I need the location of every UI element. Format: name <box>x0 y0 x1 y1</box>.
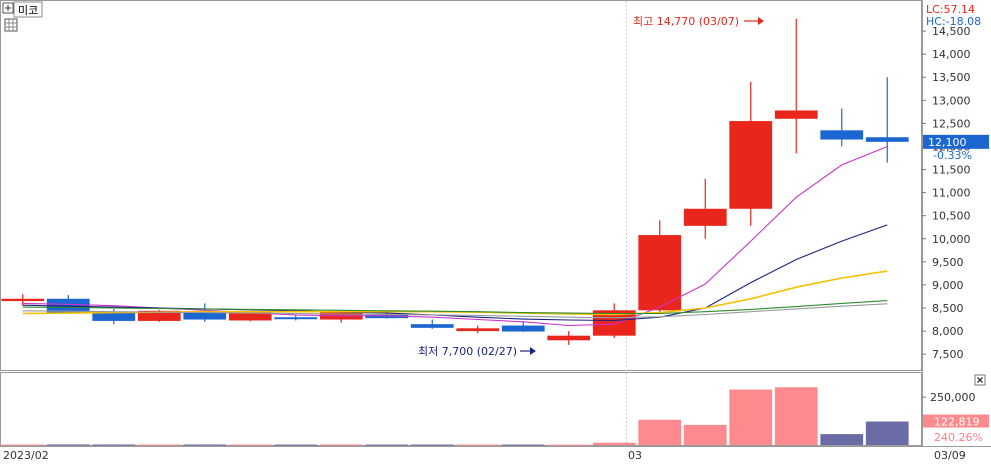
time-axis-end-label: 03/09 <box>934 449 966 462</box>
price-tick-label: 9,500 <box>932 256 964 269</box>
price-change-value: -0.33% <box>933 149 972 162</box>
price-tick-label: 10,000 <box>932 233 971 246</box>
price-tick-label: 8,000 <box>932 325 964 338</box>
candle-body <box>183 312 227 320</box>
close-icon[interactable] <box>974 374 986 386</box>
candle-body <box>865 137 909 142</box>
price-tick-label: 7,500 <box>932 348 964 361</box>
indicator-toggle-button[interactable] <box>2 2 14 14</box>
volume-bar <box>183 444 227 446</box>
price-tick-label: 14,500 <box>932 25 971 38</box>
volume-bar <box>592 442 636 445</box>
candle-body <box>774 110 818 119</box>
volume-bar <box>274 444 318 446</box>
candle-body <box>456 328 500 332</box>
volume-bar <box>319 444 363 446</box>
current-volume-tag: 122,819 240.26% <box>923 414 989 444</box>
volume-bar <box>228 444 272 446</box>
volume-bar <box>501 444 545 446</box>
candle-body <box>729 121 773 209</box>
price-tick-label: 8,500 <box>932 302 964 315</box>
price-tick-label: 11,500 <box>932 164 971 177</box>
volume-bar <box>92 444 136 446</box>
candle-body <box>1 298 45 302</box>
volume-bar <box>638 419 682 445</box>
volume-bar <box>456 444 500 446</box>
volume-bar <box>729 389 773 445</box>
volume-bar <box>137 444 181 446</box>
volume-bar <box>1 444 45 446</box>
candle-body <box>501 325 545 332</box>
chart-root: 미코 LC:57.14 HC:-18.08 7,500 8,000 8,500 9,0… <box>0 0 991 466</box>
candle-body <box>274 317 318 320</box>
candle-body <box>92 312 136 321</box>
grid-settings-icon[interactable] <box>4 18 18 32</box>
volume-bar <box>365 444 409 446</box>
stock-chart[interactable]: 미코 LC:57.14 HC:-18.08 7,5008,0008,5009,0… <box>0 0 991 466</box>
volume-bar <box>683 424 727 445</box>
price-tick-label: 11,000 <box>932 187 971 200</box>
price-tick-label: 10,500 <box>932 210 971 223</box>
stock-name: 미코 <box>18 4 38 17</box>
price-tick-label: 14,000 <box>932 48 971 61</box>
candle-body <box>547 335 591 341</box>
volume-ratio-value: 240.26% <box>934 431 983 444</box>
candle-body <box>683 208 727 226</box>
volume-bar <box>410 444 454 446</box>
candle-body <box>820 130 864 140</box>
volume-bar <box>865 421 909 445</box>
time-axis-month-label: 03 <box>628 449 642 462</box>
price-tick-label: 13,000 <box>932 94 971 107</box>
volume-axis-ticks: 250,000 <box>922 391 976 404</box>
time-axis-start-label: 2023/02 <box>3 449 49 462</box>
price-tick-label: 13,500 <box>932 71 971 84</box>
low-annotation-label: 최저 7,700 (02/27) <box>418 345 517 358</box>
current-volume-value: 122,819 <box>934 416 980 429</box>
volume-bar <box>547 444 591 446</box>
volume-tick-label: 250,000 <box>930 391 976 404</box>
volume-bar <box>774 387 818 445</box>
volume-bar <box>46 444 90 446</box>
current-price-value: 12,100 <box>928 136 967 149</box>
price-tick-label: 9,000 <box>932 279 964 292</box>
high-annotation-label: 최고 14,770 (03/07) <box>633 15 739 28</box>
price-tick-label: 12,500 <box>932 117 971 130</box>
candle-body <box>410 324 454 328</box>
volume-bar <box>820 434 864 445</box>
